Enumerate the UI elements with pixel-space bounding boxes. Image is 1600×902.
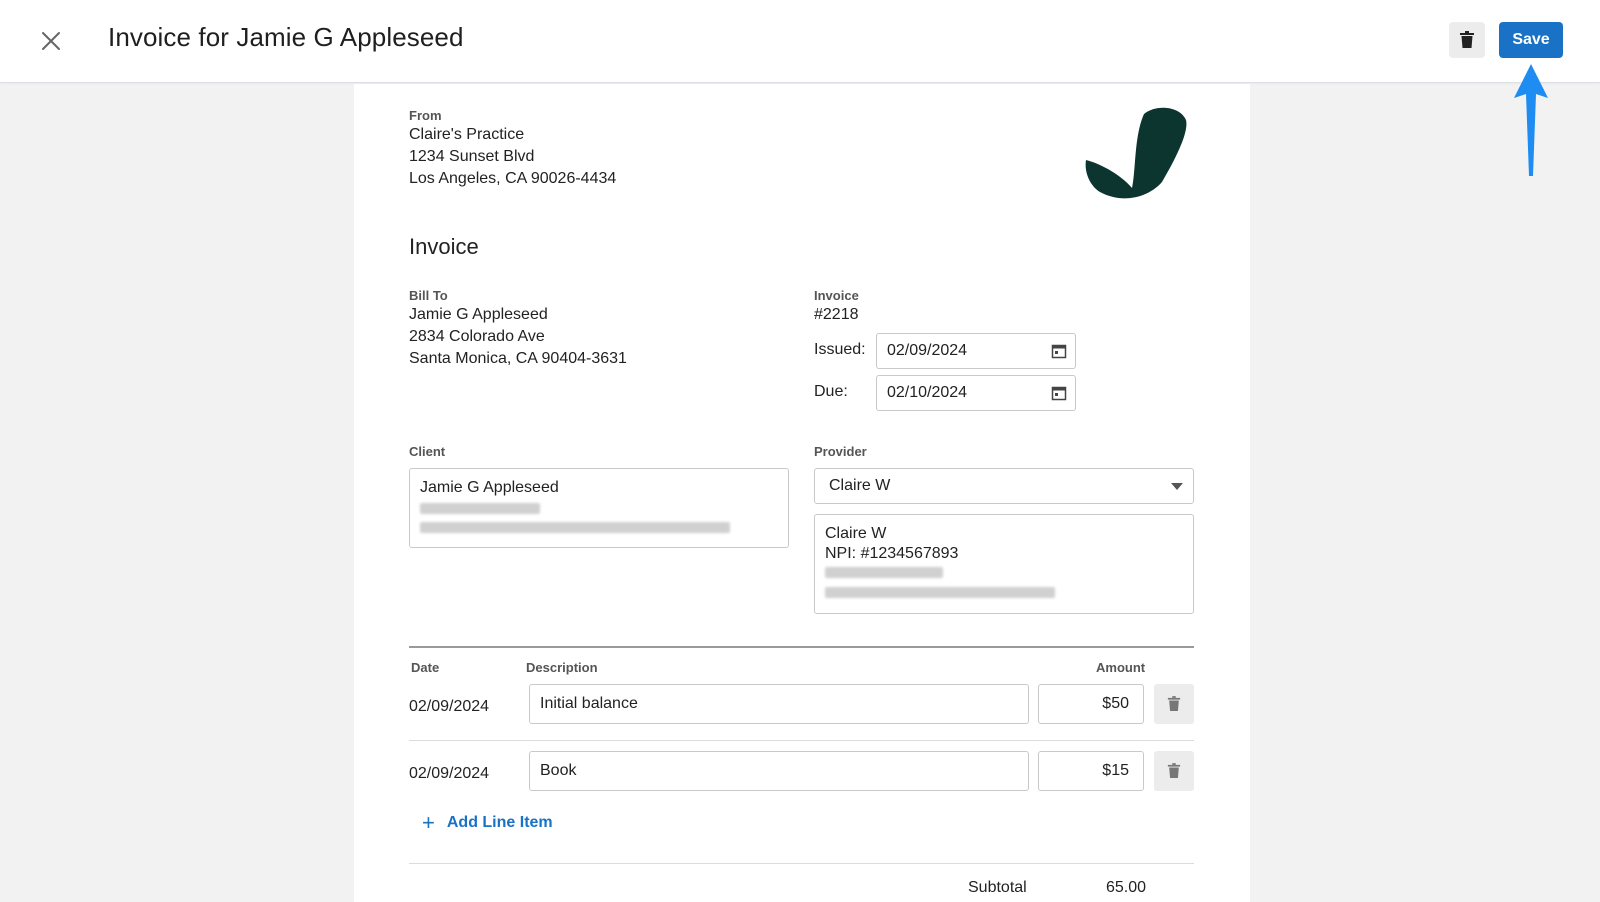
provider-select[interactable]: Claire W [814, 468, 1194, 504]
client-name: Jamie G Appleseed [420, 479, 559, 496]
delete-line-button[interactable] [1154, 684, 1194, 724]
row-date: 02/09/2024 [409, 765, 490, 782]
redacted-text [420, 522, 730, 533]
bill-to-label: Bill To [409, 288, 448, 303]
due-date-value: 02/10/2024 [887, 384, 968, 401]
due-label: Due: [814, 383, 848, 400]
close-icon[interactable] [36, 26, 66, 56]
from-label: From [409, 108, 442, 123]
invoice-number: #2218 [814, 306, 859, 323]
subtotal-label: Subtotal [968, 879, 1027, 896]
bill-to-address2: Santa Monica, CA 90404-3631 [409, 350, 627, 367]
amount-input[interactable]: $50 [1038, 684, 1144, 724]
add-line-item-label: Add Line Item [446, 814, 553, 831]
issued-date-input[interactable]: 02/09/2024 [876, 333, 1076, 369]
column-header-date: Date [411, 660, 440, 675]
column-header-amount: Amount [1096, 660, 1146, 675]
add-line-item-button[interactable]: + Add Line Item [422, 810, 553, 835]
amount-input[interactable]: $15 [1038, 751, 1144, 791]
subtotal-value: 65.00 [1106, 879, 1147, 896]
invoice-sheet: From Claire's Practice 1234 Sunset Blvd … [354, 84, 1250, 902]
provider-npi: NPI: #1234567893 [825, 545, 959, 562]
redacted-text [825, 567, 943, 578]
description-input[interactable]: Initial balance [529, 684, 1029, 724]
provider-card: Claire W NPI: #1234567893 [814, 514, 1194, 614]
provider-selected: Claire W [829, 477, 891, 494]
calendar-icon[interactable] [1051, 343, 1067, 359]
issued-label: Issued: [814, 341, 866, 358]
bill-to-address1: 2834 Colorado Ave [409, 328, 545, 345]
page-title: Invoice for Jamie G Appleseed [108, 22, 464, 52]
save-button[interactable]: Save [1499, 22, 1563, 58]
delete-line-button[interactable] [1154, 751, 1194, 791]
delete-invoice-button[interactable] [1449, 22, 1485, 58]
top-bar: Invoice for Jamie G Appleseed Save [0, 0, 1600, 83]
trash-icon [1167, 763, 1181, 778]
invoice-heading: Invoice [409, 234, 479, 259]
client-card[interactable]: Jamie G Appleseed [409, 468, 789, 548]
calendar-icon[interactable] [1051, 385, 1067, 401]
from-name: Claire's Practice [409, 126, 525, 143]
row-divider [409, 740, 1194, 741]
client-label: Client [409, 444, 446, 459]
from-address1: 1234 Sunset Blvd [409, 148, 535, 165]
due-date-input[interactable]: 02/10/2024 [876, 375, 1076, 411]
from-address2: Los Angeles, CA 90026-4434 [409, 170, 617, 187]
column-header-description: Description [526, 660, 598, 675]
bill-to-name: Jamie G Appleseed [409, 306, 548, 323]
invoice-number-label: Invoice [814, 288, 859, 303]
subtotal-divider [409, 863, 1194, 864]
chevron-down-icon [1171, 483, 1183, 490]
issued-date-value: 02/09/2024 [887, 342, 968, 359]
trash-icon [1167, 696, 1181, 711]
trash-icon [1460, 31, 1474, 48]
provider-label: Provider [814, 444, 867, 459]
annotation-arrow-icon [1514, 64, 1548, 176]
redacted-text [825, 587, 1055, 598]
row-date: 02/09/2024 [409, 698, 490, 715]
description-input[interactable]: Book [529, 751, 1029, 791]
table-top-rule [409, 646, 1194, 648]
redacted-text [420, 503, 540, 514]
provider-card-name: Claire W [825, 525, 887, 542]
plus-icon: + [422, 810, 435, 835]
practice-logo [1085, 107, 1187, 199]
